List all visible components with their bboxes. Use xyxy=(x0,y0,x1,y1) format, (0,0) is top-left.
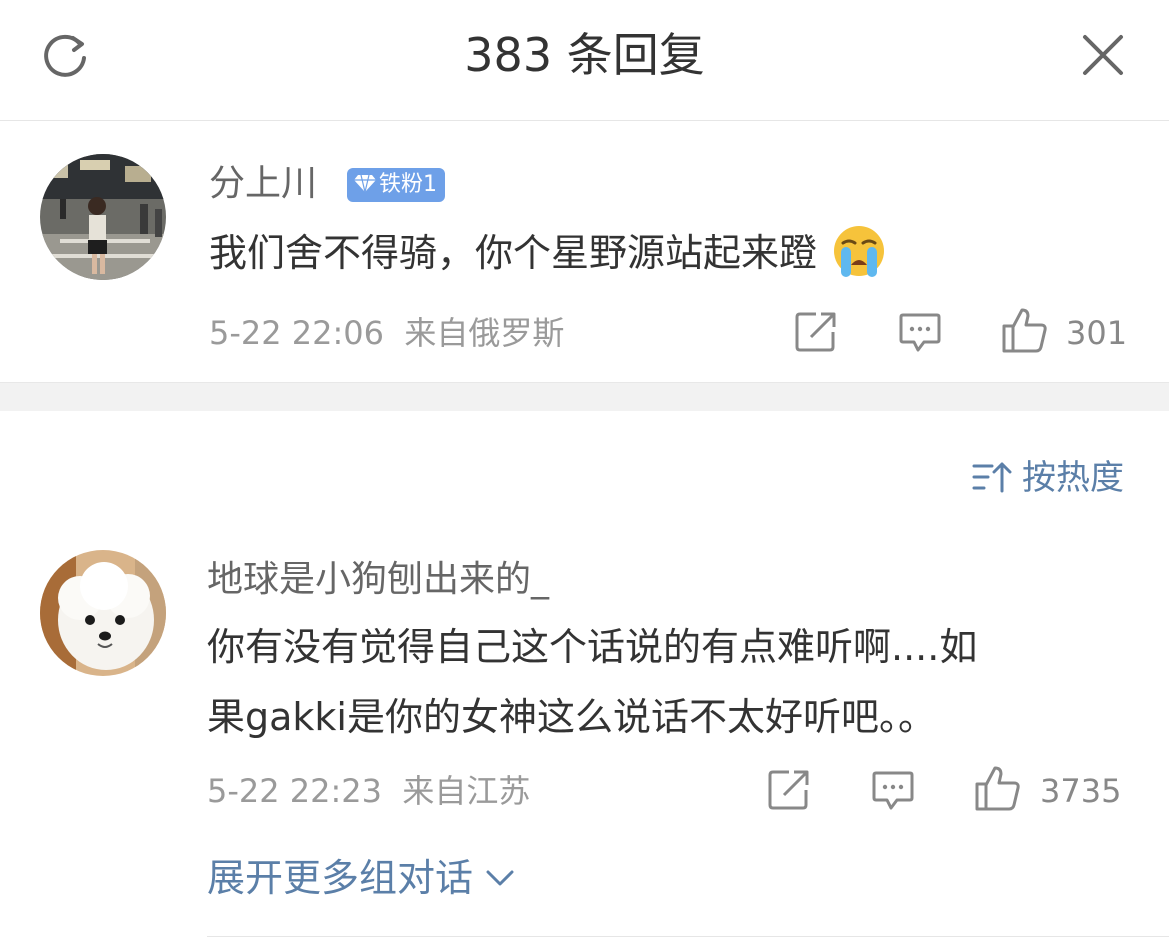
divider-line xyxy=(207,936,1169,937)
header-bar: 383 条回复 xyxy=(0,0,1169,121)
like-count: 3735 xyxy=(1040,772,1122,810)
reply-username[interactable]: 地球是小狗刨出来的_ xyxy=(207,556,549,604)
reply-meta: 5-22 22:23 来自江苏 xyxy=(207,770,530,812)
like-icon[interactable] xyxy=(1000,306,1048,354)
section-divider xyxy=(0,382,1169,411)
fan-badge-label: 铁粉1 xyxy=(379,172,437,197)
diamond-icon xyxy=(354,174,376,193)
sort-label: 按热度 xyxy=(1022,458,1124,498)
like-icon[interactable] xyxy=(973,764,1021,812)
reply-time: 5-22 22:23 xyxy=(207,772,383,810)
comment-meta: 5-22 22:06 来自俄罗斯 xyxy=(209,312,564,354)
comment-icon[interactable] xyxy=(871,770,915,812)
chevron-down-icon xyxy=(486,870,514,885)
like-count: 301 xyxy=(1066,314,1128,352)
share-icon[interactable] xyxy=(794,310,838,354)
comment-time: 5-22 22:06 xyxy=(209,314,385,352)
page-title: 383 条回复 xyxy=(464,28,705,82)
comment-text: 我们舍不得骑，你个星野源站起来蹬 xyxy=(209,222,887,284)
avatar[interactable] xyxy=(40,154,166,280)
comment-text-content: 我们舍不得骑，你个星野源站起来蹬 xyxy=(209,231,818,275)
close-icon[interactable] xyxy=(1082,34,1124,76)
reply-text-line-2: 果gakki是你的女神这么说话不太好听吧。。 xyxy=(207,695,936,739)
expand-more-conversations-link[interactable]: 展开更多组对话 xyxy=(207,852,515,904)
sort-icon xyxy=(972,462,1012,492)
sort-by-hot-button[interactable]: 按热度 xyxy=(972,456,1124,500)
comment-username[interactable]: 分上川 xyxy=(209,160,317,208)
expand-label: 展开更多组对话 xyxy=(207,856,474,900)
crying-face-emoji xyxy=(834,225,885,277)
comment-icon[interactable] xyxy=(898,312,942,354)
reply-source: 来自江苏 xyxy=(402,772,531,810)
share-icon[interactable] xyxy=(767,768,811,812)
reply-text-line-1: 你有没有觉得自己这个话说的有点难听啊....如 xyxy=(207,625,978,669)
avatar[interactable] xyxy=(40,550,166,676)
comment-source: 来自俄罗斯 xyxy=(404,314,565,352)
fan-badge[interactable]: 铁粉1 xyxy=(347,168,445,202)
